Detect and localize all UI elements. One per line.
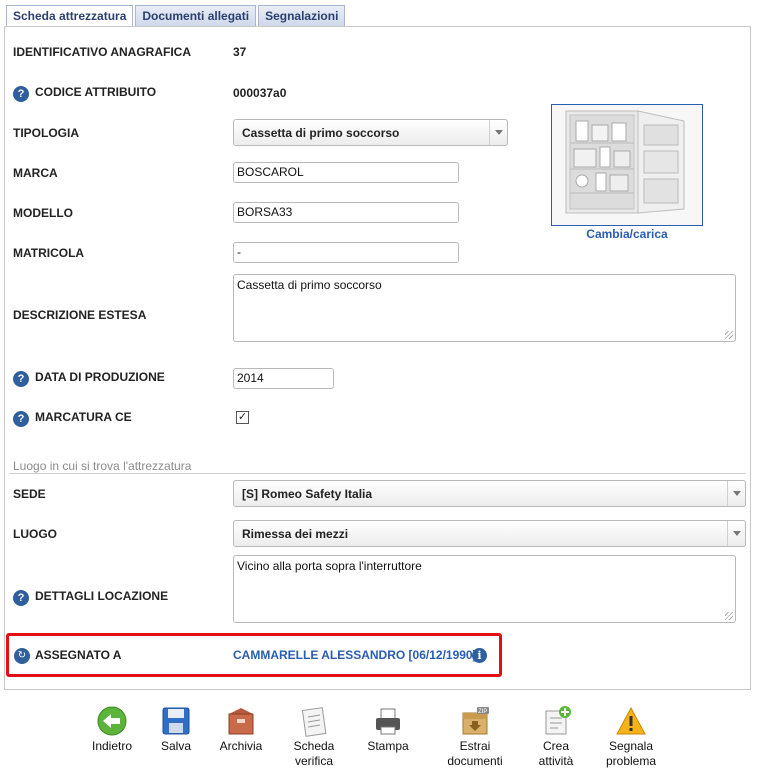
tab-segnalazioni[interactable]: Segnalazioni (258, 5, 346, 26)
chevron-down-icon (489, 120, 507, 145)
help-icon[interactable]: ? (13, 86, 29, 102)
data-produzione-input[interactable]: 2014 (233, 368, 334, 389)
archive-box-icon (225, 705, 257, 737)
section-divider (9, 473, 746, 474)
sede-select[interactable]: [S] Romeo Safety Italia (233, 480, 746, 507)
archivia-button[interactable]: Archivia (217, 705, 265, 754)
sede-selected-value: [S] Romeo Safety Italia (242, 487, 373, 501)
descrizione-textarea[interactable]: Cassetta di primo soccorso (233, 274, 736, 342)
indietro-button[interactable]: Indietro (88, 705, 136, 754)
matricola-label: MATRICOLA (13, 246, 85, 260)
codice-label: CODICE ATTRIBUITO (35, 85, 157, 99)
location-section-title: Luogo in cui si trova l'attrezzatura (13, 459, 192, 473)
modello-label: MODELLO (13, 206, 73, 220)
zip-badge: ZIP (478, 709, 487, 715)
segnala-problema-button[interactable]: Segnala problema (602, 705, 660, 769)
checklist-document-icon (298, 705, 330, 737)
resize-handle-icon[interactable] (725, 612, 733, 620)
tipologia-label: TIPOLOGIA (13, 126, 79, 140)
zip-archive-icon: ZIP (459, 705, 491, 737)
archivia-label: Archivia (219, 739, 263, 753)
dettagli-locazione-textarea[interactable]: Vicino alla porta sopra l'interruttore (233, 555, 736, 623)
resize-handle-icon[interactable] (725, 331, 733, 339)
luogo-select[interactable]: Rimessa dei mezzi (233, 520, 746, 547)
identificativo-value: 37 (233, 45, 247, 59)
stampa-label: Stampa (367, 739, 409, 753)
estrai-documenti-label-line1: Estrai (459, 739, 491, 753)
luogo-selected-value: Rimessa dei mezzi (242, 527, 349, 541)
new-activity-icon (540, 705, 572, 737)
dettagli-locazione-label: DETTAGLI LOCAZIONE (35, 589, 169, 603)
tipologia-selected-value: Cassetta di primo soccorso (242, 126, 400, 140)
data-produzione-label: DATA DI PRODUZIONE (35, 370, 165, 384)
segnala-problema-label-line2: problema (605, 754, 657, 768)
indietro-label: Indietro (91, 739, 133, 753)
estrai-documenti-button[interactable]: ZIP Estrai documenti (444, 705, 506, 769)
stampa-button[interactable]: Stampa (362, 705, 414, 754)
help-icon[interactable]: ? (13, 371, 29, 387)
tipologia-select[interactable]: Cassetta di primo soccorso (233, 119, 508, 146)
matricola-input[interactable]: - (233, 242, 459, 263)
chevron-down-icon (727, 521, 745, 546)
codice-value: 000037a0 (233, 86, 287, 100)
identificativo-label: IDENTIFICATIVO ANAGRAFICA (13, 45, 191, 59)
descrizione-text: Cassetta di primo soccorso (237, 278, 382, 292)
save-floppy-icon (160, 705, 192, 737)
tab-documenti-allegati[interactable]: Documenti allegati (135, 5, 257, 26)
tab-bar: Scheda attrezzatura Documenti allegati S… (6, 5, 347, 27)
estrai-documenti-label-line2: documenti (447, 754, 503, 768)
printer-icon (372, 705, 404, 737)
equipment-photo (551, 104, 703, 226)
descrizione-label: DESCRIZIONE ESTESA (13, 308, 147, 322)
chevron-down-icon (727, 481, 745, 506)
scheda-verifica-button[interactable]: Scheda verifica (288, 705, 340, 769)
marcatura-ce-checkbox[interactable]: ✓ (236, 411, 249, 424)
info-icon[interactable]: i (472, 648, 487, 663)
back-arrow-icon (96, 705, 128, 737)
segnala-problema-label-line1: Segnala (608, 739, 654, 753)
help-icon[interactable]: ? (13, 411, 29, 427)
assign-person-icon: ↻ (14, 648, 30, 664)
dettagli-locazione-text: Vicino alla porta sopra l'interruttore (237, 559, 422, 573)
first-aid-cabinet-image (552, 105, 702, 225)
change-upload-photo-link[interactable]: Cambia/carica (551, 227, 703, 241)
scheda-verifica-label-line1: Scheda (293, 739, 335, 753)
tab-scheda-attrezzatura[interactable]: Scheda attrezzatura (6, 5, 134, 27)
salva-button[interactable]: Salva (152, 705, 200, 754)
crea-attivita-label-line2: attività (538, 754, 574, 768)
salva-label: Salva (160, 739, 192, 753)
crea-attivita-button[interactable]: Crea attività (534, 705, 578, 769)
modello-input[interactable]: BORSA33 (233, 202, 459, 223)
luogo-label: LUOGO (13, 527, 57, 541)
sede-label: SEDE (13, 487, 46, 501)
assegnato-label: ASSEGNATO A (35, 648, 122, 662)
marcatura-ce-label: MARCATURA CE (35, 410, 132, 424)
assigned-person-link[interactable]: CAMMARELLE ALESSANDRO [06/12/1990] (233, 648, 477, 662)
help-icon[interactable]: ? (13, 590, 29, 606)
marca-input[interactable]: BOSCAROL (233, 162, 459, 183)
warning-icon (615, 705, 647, 737)
scheda-verifica-label-line2: verifica (294, 754, 333, 768)
crea-attivita-label-line1: Crea (542, 739, 569, 753)
marca-label: MARCA (13, 166, 58, 180)
